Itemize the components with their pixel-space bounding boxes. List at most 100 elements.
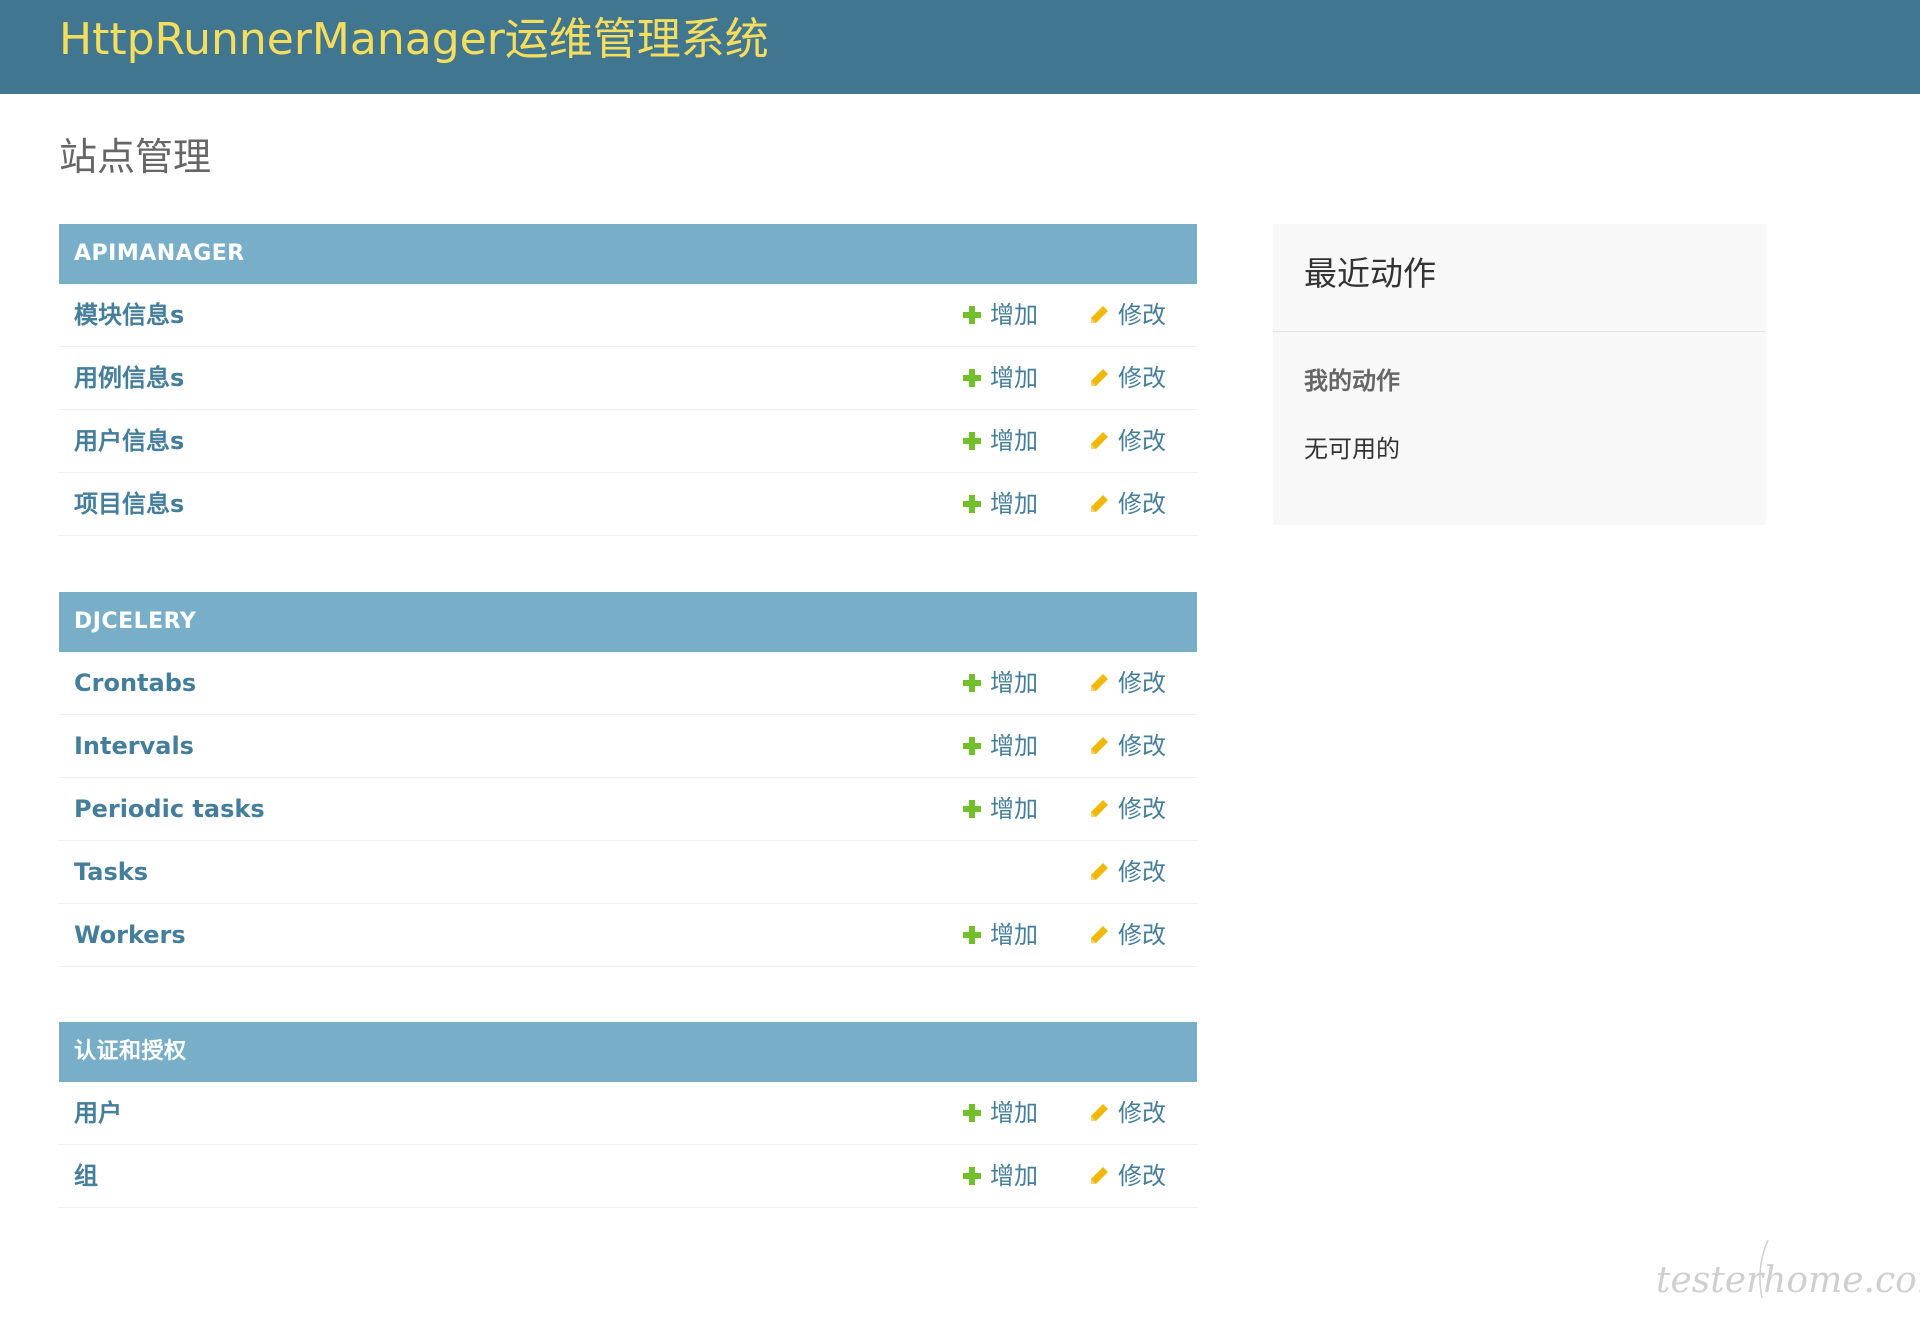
add-label: 增加 [990, 301, 1038, 329]
model-row: 组 增加 修改 [59, 1145, 1197, 1208]
model-link[interactable]: Workers [74, 904, 186, 966]
plus-icon [963, 306, 981, 324]
add-label: 增加 [990, 427, 1038, 455]
model-link[interactable]: 项目信息s [74, 473, 184, 535]
pencil-icon [1091, 432, 1108, 449]
plus-icon [963, 1167, 981, 1185]
add-label: 增加 [990, 795, 1038, 823]
plus-icon [963, 926, 981, 944]
change-label: 修改 [1118, 732, 1166, 760]
plus-icon [963, 495, 981, 513]
pencil-icon [1091, 495, 1108, 512]
model-link[interactable]: 用户 [74, 1082, 122, 1144]
app-module-djcelery: DJCELERY Crontabs 增加 修改 Intervals 增加 修改 … [59, 592, 1197, 967]
plus-icon [963, 369, 981, 387]
no-actions-text: 无可用的 [1304, 435, 1400, 463]
app-caption-djcelery[interactable]: DJCELERY [59, 592, 1197, 652]
add-label: 增加 [990, 1162, 1038, 1190]
model-row: Tasks 修改 [59, 841, 1197, 904]
model-row: 用户信息s 增加 修改 [59, 410, 1197, 473]
my-actions-heading: 我的动作 [1304, 367, 1400, 395]
add-link[interactable]: 增加 [963, 1145, 1038, 1207]
change-link[interactable]: 修改 [1088, 347, 1166, 409]
recent-actions-panel: 最近动作 我的动作 无可用的 [1273, 224, 1766, 525]
model-link[interactable]: 用户信息s [74, 410, 184, 472]
model-row: 模块信息s 增加 修改 [59, 284, 1197, 347]
add-link[interactable]: 增加 [963, 410, 1038, 472]
app-module-apimanager: APIMANAGER 模块信息s 增加 修改 用例信息s 增加 修改 用户信息s… [59, 224, 1197, 536]
change-link[interactable]: 修改 [1088, 284, 1166, 346]
change-label: 修改 [1118, 1162, 1166, 1190]
add-label: 增加 [990, 364, 1038, 392]
change-label: 修改 [1118, 1099, 1166, 1127]
model-row: Workers 增加 修改 [59, 904, 1197, 967]
model-row: Intervals 增加 修改 [59, 715, 1197, 778]
add-link[interactable]: 增加 [963, 715, 1038, 777]
pencil-icon [1091, 1104, 1108, 1121]
add-label: 增加 [990, 1099, 1038, 1127]
add-link[interactable]: 增加 [963, 473, 1038, 535]
app-caption-auth[interactable]: 认证和授权 [59, 1022, 1197, 1082]
change-link[interactable]: 修改 [1088, 778, 1166, 840]
change-link[interactable]: 修改 [1088, 652, 1166, 714]
app-module-auth: 认证和授权 用户 增加 修改 组 增加 修改 [59, 1022, 1197, 1208]
model-link[interactable]: Tasks [74, 841, 148, 903]
add-label: 增加 [990, 490, 1038, 518]
model-link[interactable]: 模块信息s [74, 284, 184, 346]
divider [1273, 331, 1766, 332]
model-row: Periodic tasks 增加 修改 [59, 778, 1197, 841]
recent-actions-title: 最近动作 [1304, 254, 1436, 293]
change-label: 修改 [1118, 490, 1166, 518]
model-link[interactable]: Periodic tasks [74, 778, 265, 840]
pencil-icon [1091, 674, 1108, 691]
plus-icon [963, 674, 981, 692]
pencil-icon [1091, 737, 1108, 754]
pencil-icon [1091, 369, 1108, 386]
change-label: 修改 [1118, 669, 1166, 697]
model-link[interactable]: Intervals [74, 715, 194, 777]
change-link[interactable]: 修改 [1088, 410, 1166, 472]
change-link[interactable]: 修改 [1088, 904, 1166, 966]
change-label: 修改 [1118, 301, 1166, 329]
add-link[interactable]: 增加 [963, 652, 1038, 714]
plus-icon [963, 737, 981, 755]
model-link[interactable]: 组 [74, 1145, 98, 1207]
add-label: 增加 [990, 732, 1038, 760]
model-row: 用户 增加 修改 [59, 1082, 1197, 1145]
plus-icon [963, 800, 981, 818]
model-link[interactable]: 用例信息s [74, 347, 184, 409]
change-link[interactable]: 修改 [1088, 715, 1166, 777]
pencil-icon [1091, 1167, 1108, 1184]
model-row: 项目信息s 增加 修改 [59, 473, 1197, 536]
change-link[interactable]: 修改 [1088, 841, 1166, 903]
header-bar: HttpRunnerManager运维管理系统 [0, 0, 1920, 94]
change-label: 修改 [1118, 364, 1166, 392]
app-caption-apimanager[interactable]: APIMANAGER [59, 224, 1197, 284]
add-link[interactable]: 增加 [963, 284, 1038, 346]
pencil-icon [1091, 863, 1108, 880]
change-link[interactable]: 修改 [1088, 1082, 1166, 1144]
change-label: 修改 [1118, 858, 1166, 886]
pencil-icon [1091, 800, 1108, 817]
plus-icon [963, 1104, 981, 1122]
add-label: 增加 [990, 669, 1038, 697]
add-link[interactable]: 增加 [963, 904, 1038, 966]
change-label: 修改 [1118, 427, 1166, 455]
change-label: 修改 [1118, 795, 1166, 823]
pencil-icon [1091, 306, 1108, 323]
plus-icon [963, 432, 981, 450]
add-link[interactable]: 增加 [963, 778, 1038, 840]
change-link[interactable]: 修改 [1088, 473, 1166, 535]
change-link[interactable]: 修改 [1088, 1145, 1166, 1207]
site-name-link[interactable]: HttpRunnerManager运维管理系统 [59, 14, 769, 66]
page-title: 站点管理 [59, 135, 212, 179]
model-link[interactable]: Crontabs [74, 652, 196, 714]
watermark-logo: testerhome.com [1656, 1239, 1920, 1301]
add-link[interactable]: 增加 [963, 347, 1038, 409]
change-label: 修改 [1118, 921, 1166, 949]
model-row: 用例信息s 增加 修改 [59, 347, 1197, 410]
add-link[interactable]: 增加 [963, 1082, 1038, 1144]
pencil-icon [1091, 926, 1108, 943]
watermark-text: testerhome.com [1656, 1260, 1920, 1301]
model-row: Crontabs 增加 修改 [59, 652, 1197, 715]
